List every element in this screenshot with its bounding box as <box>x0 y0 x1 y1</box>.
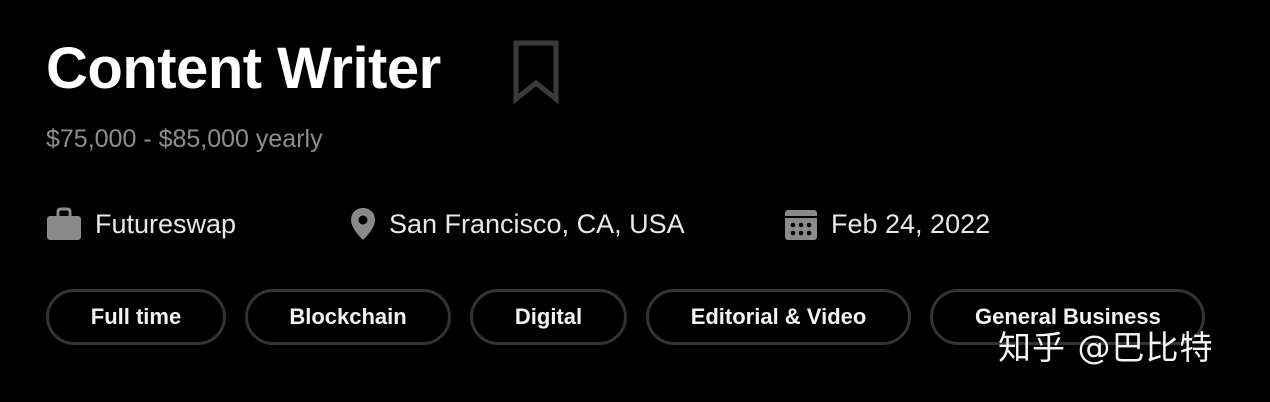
tag-blockchain[interactable]: Blockchain <box>245 289 451 345</box>
salary-range: $75,000 - $85,000 yearly <box>46 125 323 153</box>
watermark: 知乎 @巴比特 <box>998 328 1214 367</box>
tag-full-time[interactable]: Full time <box>46 289 226 345</box>
location-info: San Francisco, CA, USA <box>350 204 685 244</box>
company-info: Futureswap <box>46 204 236 244</box>
briefcase-icon <box>46 207 82 241</box>
calendar-icon <box>784 207 818 241</box>
job-header: Content Writer <box>46 36 559 105</box>
location-text: San Francisco, CA, USA <box>389 208 685 239</box>
tag-digital[interactable]: Digital <box>470 289 627 345</box>
job-title: Content Writer <box>46 36 441 101</box>
company-name: Futureswap <box>95 208 237 239</box>
map-pin-icon <box>350 207 376 241</box>
date-info: Feb 24, 2022 <box>784 204 990 244</box>
tag-editorial-video[interactable]: Editorial & Video <box>646 289 911 345</box>
posted-date: Feb 24, 2022 <box>831 208 991 239</box>
bookmark-icon[interactable] <box>512 40 560 105</box>
